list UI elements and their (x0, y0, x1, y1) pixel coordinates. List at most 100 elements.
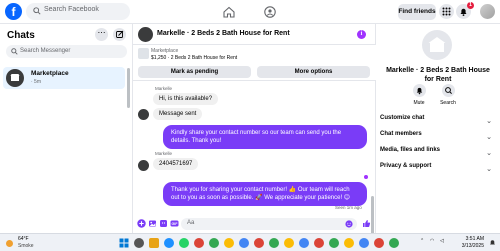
info-icon[interactable]: i (357, 30, 366, 39)
message-input-placeholder: Aa (187, 220, 195, 226)
messenger-search-placeholder: Search Messenger (20, 48, 71, 54)
chat-item-name: Marketplace (31, 70, 69, 77)
tray-chevron-icon[interactable]: ⌃ (420, 238, 424, 244)
section-label: Privacy & support (380, 163, 432, 169)
sender-avatar (138, 160, 149, 171)
chat-list-scrollbar[interactable] (127, 68, 130, 108)
wifi-icon[interactable]: ◠ (430, 238, 434, 244)
chevron-down-icon: ⌄ (486, 166, 492, 173)
chevron-down-icon: ⌄ (486, 150, 492, 157)
sticker-icon[interactable] (159, 219, 168, 228)
section-chat-members[interactable]: Chat members ⌄ (380, 131, 496, 145)
whatsapp-icon[interactable] (179, 238, 189, 248)
more-options-button[interactable]: More options (257, 66, 370, 78)
find-friends-button[interactable]: Find friends (398, 4, 436, 20)
conversation-details-panel: Markelle · 2 Beds 2 Bath House for Rent … (376, 24, 500, 233)
read-receipt-avatar (364, 175, 368, 179)
section-media-files-links[interactable]: Media, files and links ⌄ (380, 147, 496, 161)
facebook-search-input[interactable]: Search Facebook (26, 3, 130, 20)
listing-price-title[interactable]: $1,250 · 2 Beds 2 Bath House for Rent (151, 55, 237, 61)
chrome-profile-icon[interactable] (209, 238, 219, 248)
windows-start-icon[interactable] (119, 238, 129, 248)
outgoing-message[interactable]: Kindly share your contact number so our … (163, 125, 367, 149)
house-listing-icon (428, 37, 446, 52)
weather-widget[interactable]: 64°F Smoke (4, 236, 34, 251)
sender-avatar (138, 109, 149, 120)
chrome-icon[interactable] (194, 238, 204, 248)
messenger-search-input[interactable]: Search Messenger (6, 45, 127, 58)
search-taskbar-icon[interactable] (134, 238, 144, 248)
edge-browser-icon[interactable] (164, 238, 174, 248)
section-privacy-support[interactable]: Privacy & support ⌄ (380, 163, 496, 177)
plus-icon[interactable] (137, 219, 146, 228)
clock-date: 3/13/2025 (461, 243, 484, 249)
section-customize-chat[interactable]: Customize chat ⌄ (380, 115, 496, 129)
compose-icon (116, 30, 124, 38)
photo-icon[interactable] (148, 219, 157, 228)
mark-as-pending-button[interactable]: Mark as pending (138, 66, 251, 78)
incoming-message[interactable]: Hi, is this available? (153, 93, 219, 105)
search-icon (445, 87, 452, 94)
chrome-profile-icon[interactable] (329, 238, 339, 248)
chrome-profile-icon[interactable] (239, 238, 249, 248)
more-options-icon[interactable]: ⋯ (95, 28, 108, 41)
marketplace-listing-banner: Marketplace $1,250 · 2 Beds 2 Bath House… (133, 45, 376, 81)
gif-icon[interactable]: GIF (170, 219, 179, 228)
system-clock[interactable]: 3:51 AM 3/13/2025 (454, 236, 484, 250)
top-nav-bar: f Search Facebook Find friends 1 (0, 0, 500, 24)
svg-text:GIF: GIF (172, 222, 179, 226)
contact-name: Markelle · 2 Beds 2 Bath House for Rent (386, 67, 490, 83)
conversation-avatar[interactable] (138, 27, 153, 42)
chat-list-item-marketplace[interactable]: Marketplace · 5m (3, 67, 125, 89)
clock-time: 3:51 AM (465, 236, 484, 242)
menu-button[interactable] (439, 4, 454, 19)
search-in-conversation-button[interactable] (442, 84, 455, 97)
outgoing-message[interactable]: Thank you for sharing your contact numbe… (163, 182, 367, 206)
message-input[interactable]: Aa (181, 218, 357, 230)
search-icon (11, 48, 18, 55)
facebook-logo-icon[interactable]: f (5, 3, 22, 20)
incoming-message[interactable]: Message sent (153, 108, 203, 120)
storefront-icon (10, 74, 20, 81)
conversation-title[interactable]: Markelle · 2 Beds 2 Bath House for Rent (157, 30, 290, 37)
file-explorer-icon[interactable] (149, 238, 159, 248)
bell-icon (416, 87, 423, 95)
conversation-header: Markelle · 2 Beds 2 Bath House for Rent … (133, 24, 376, 45)
new-message-button[interactable] (113, 28, 126, 41)
chrome-profile-icon[interactable] (224, 238, 234, 248)
chats-panel: Chats ⋯ Search Messenger Marketplace · 5… (0, 24, 133, 233)
chrome-profile-icon[interactable] (314, 238, 324, 248)
incoming-message[interactable]: 2404571697 (153, 158, 199, 170)
groups-icon[interactable] (263, 5, 277, 19)
chrome-profile-icon[interactable] (269, 238, 279, 248)
search-placeholder: Search Facebook (44, 6, 99, 13)
search-label: Search (440, 100, 456, 106)
listing-source-label: Marketplace (151, 48, 179, 54)
listing-thumbnail[interactable] (138, 48, 149, 59)
emoji-icon[interactable] (345, 220, 353, 228)
message-composer: GIF Aa (133, 215, 376, 233)
bell-icon (460, 8, 467, 16)
seen-status-text: Seen 1m ago (335, 205, 362, 210)
profile-avatar[interactable] (480, 4, 495, 19)
notification-center-icon[interactable] (488, 238, 497, 247)
home-icon[interactable] (222, 5, 236, 19)
chrome-profile-icon[interactable] (359, 238, 369, 248)
chrome-profile-icon[interactable] (374, 238, 384, 248)
thumbs-up-icon[interactable] (362, 219, 371, 228)
weather-condition: Smoke (18, 243, 34, 249)
mute-button[interactable] (413, 84, 426, 97)
chrome-profile-icon[interactable] (344, 238, 354, 248)
chevron-down-icon: ⌄ (486, 118, 492, 125)
weather-icon (6, 240, 13, 247)
message-sender-name: Markelle (155, 151, 173, 156)
search-icon (33, 7, 41, 15)
chrome-profile-icon[interactable] (254, 238, 264, 248)
chrome-profile-icon[interactable] (389, 238, 399, 248)
conversation-panel: Markelle · 2 Beds 2 Bath House for Rent … (133, 24, 376, 251)
chrome-profile-icon[interactable] (299, 238, 309, 248)
volume-icon[interactable]: ◁ (440, 238, 444, 244)
marketplace-avatar (6, 69, 24, 87)
chrome-profile-icon[interactable] (284, 238, 294, 248)
contact-avatar[interactable] (422, 30, 452, 60)
